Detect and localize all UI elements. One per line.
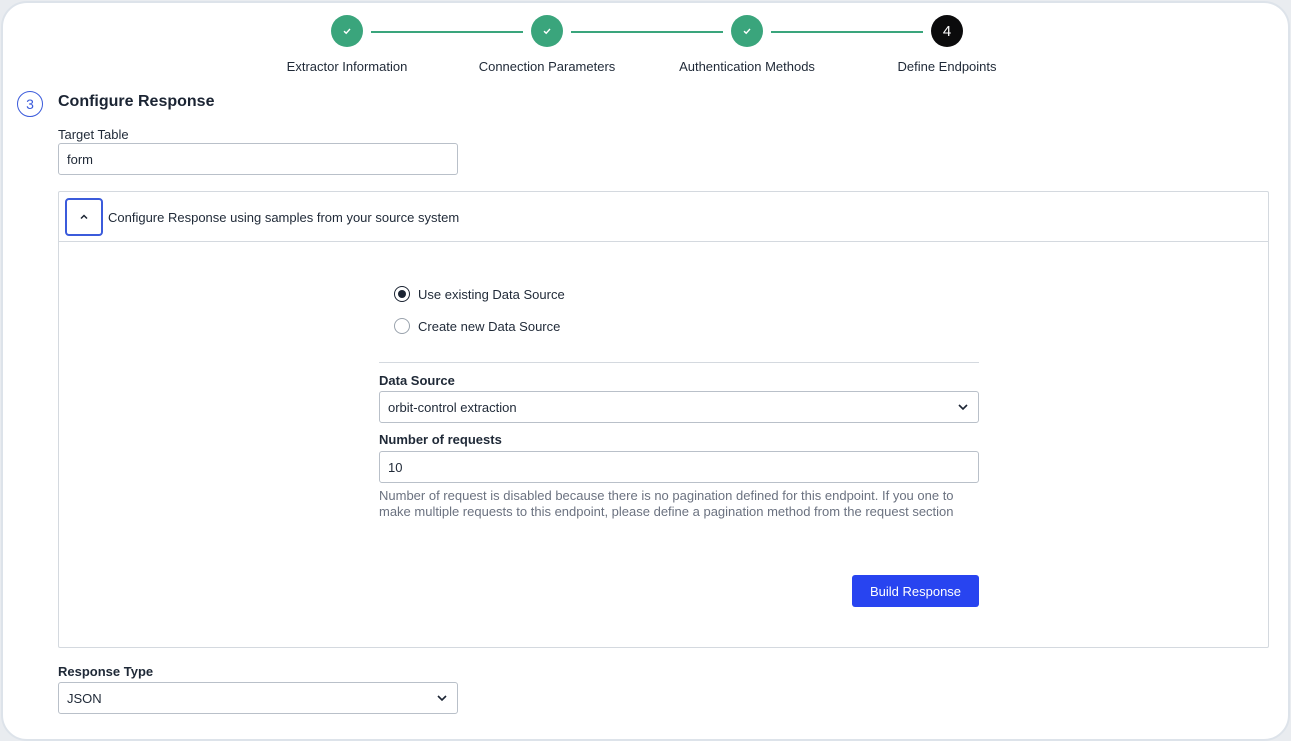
target-table-input[interactable]: form: [58, 143, 458, 175]
chevron-up-icon: [80, 214, 88, 220]
step-number: 4: [942, 22, 952, 40]
radio-label: Use existing Data Source: [418, 286, 565, 302]
step-label-define-endpoints: Define Endpoints: [897, 59, 997, 74]
panel-header: Configure Response using samples from yo…: [59, 192, 1268, 242]
check-icon: [343, 28, 351, 35]
step-4-current[interactable]: 4: [931, 15, 963, 47]
radio-label: Create new Data Source: [418, 318, 561, 334]
wizard-stepper: 4 Extractor Information Connection Param…: [3, 15, 1288, 85]
data-source-label: Data Source: [379, 373, 455, 388]
step-1-complete-icon[interactable]: [331, 15, 363, 47]
collapse-panel-button[interactable]: [65, 198, 103, 236]
response-type-value: JSON: [67, 690, 102, 706]
response-type-label: Response Type: [58, 664, 154, 679]
step-2-complete-icon[interactable]: [531, 15, 563, 47]
data-source-value: orbit-control extraction: [388, 399, 517, 415]
radio-use-existing[interactable]: Use existing Data Source: [394, 286, 565, 302]
response-type-select[interactable]: JSON: [58, 682, 458, 714]
num-requests-help-text: Number of request is disabled because th…: [379, 488, 954, 519]
radio-button-checked[interactable]: [394, 286, 410, 302]
check-icon: [543, 28, 551, 35]
step-label-connection-parameters: Connection Parameters: [478, 59, 616, 74]
sample-response-panel: Configure Response using samples from yo…: [58, 191, 1269, 648]
radio-button-unchecked[interactable]: [394, 318, 410, 334]
num-requests-label: Number of requests: [379, 432, 502, 447]
step-3-complete-icon[interactable]: [731, 15, 763, 47]
divider: [379, 362, 979, 363]
chevron-down-icon: [437, 695, 447, 702]
num-requests-value: 10: [388, 459, 403, 475]
section-number-badge: 3: [17, 91, 43, 117]
target-table-value: form: [67, 151, 93, 167]
step-connector: [371, 31, 523, 33]
chevron-down-icon: [958, 404, 968, 411]
main-window: 4 Extractor Information Connection Param…: [1, 1, 1290, 741]
step-connector: [771, 31, 923, 33]
check-icon: [743, 28, 751, 35]
target-table-label: Target Table: [58, 127, 129, 142]
build-response-button[interactable]: Build Response: [852, 575, 979, 607]
step-label-authentication-methods: Authentication Methods: [679, 59, 815, 74]
num-requests-input[interactable]: 10: [379, 451, 979, 483]
panel-title: Configure Response using samples from yo…: [108, 210, 460, 225]
step-connector: [571, 31, 723, 33]
section-title: Configure Response: [58, 93, 215, 110]
data-source-select[interactable]: orbit-control extraction: [379, 391, 979, 423]
radio-create-new[interactable]: Create new Data Source: [394, 318, 560, 334]
step-label-extractor-information: Extractor Information: [286, 59, 408, 74]
